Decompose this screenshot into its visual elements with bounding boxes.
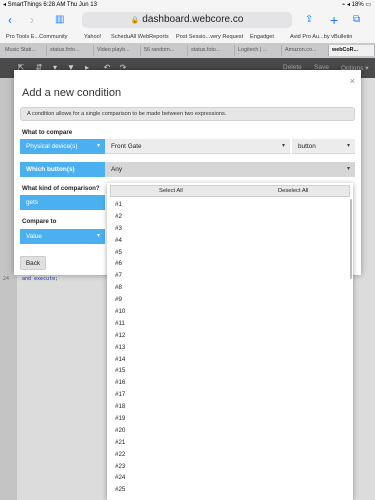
info-box: A condition allows for a single comparis…	[20, 107, 355, 121]
dropdown-option[interactable]: #25	[107, 484, 353, 496]
compare-type-select[interactable]: Physical device(s) ▾	[20, 139, 105, 154]
button-dropdown: Select All Deselect All #1 #2 #3 #4 #5 #6 #7 #8…	[107, 183, 353, 500]
dropdown-option[interactable]: #23	[107, 461, 353, 473]
back-button[interactable]: Back	[20, 256, 46, 270]
dropdown-option[interactable]: #3	[107, 223, 353, 235]
dropdown-option[interactable]: #12	[107, 330, 353, 342]
browser-tab[interactable]: Logitech | ...	[235, 45, 282, 56]
attribute-select[interactable]: button ▾	[292, 139, 355, 154]
caret-down-icon: ▾	[96, 143, 100, 149]
bookmarks-icon[interactable]: ▥	[55, 13, 64, 27]
back-icon[interactable]: ‹	[8, 13, 12, 27]
forward-icon[interactable]: ›	[30, 13, 34, 27]
dropdown-option[interactable]: #16	[107, 377, 353, 389]
status-right: ⌁ ◂ 18% ▭	[341, 2, 371, 8]
dropdown-option[interactable]: #5	[107, 247, 353, 259]
status-left: ◂ SmartThings 6:28 AM Thu Jun 13	[3, 2, 97, 8]
dropdown-option[interactable]: #22	[107, 449, 353, 461]
dropdown-option[interactable]: #7	[107, 270, 353, 282]
bookmark-item[interactable]: Engadget	[250, 34, 274, 40]
bookmark-item[interactable]: ScheduAll WebReports	[111, 34, 169, 40]
bookmark-item[interactable]: Pro Tools E...Community	[6, 34, 67, 40]
caret-down-icon: ▾	[346, 166, 350, 172]
lock-icon: 🔒	[130, 17, 140, 24]
dropdown-option[interactable]: #24	[107, 472, 353, 484]
url-bar[interactable]: 🔒 dashboard.webcore.co	[82, 12, 292, 28]
which-button-select[interactable]: Any ▾	[105, 162, 355, 177]
attribute-value: button	[298, 143, 316, 150]
which-button-label: Which button(s)	[20, 162, 105, 177]
url-text: dashboard.webcore.co	[142, 14, 244, 25]
dropdown-option[interactable]: #9	[107, 294, 353, 306]
comparison-select[interactable]: gets	[20, 195, 105, 210]
dropdown-header: Select All Deselect All	[110, 185, 350, 197]
dropdown-option[interactable]: #19	[107, 413, 353, 425]
dropdown-option[interactable]: #17	[107, 389, 353, 401]
browser-tab[interactable]: Music Stati...	[2, 45, 47, 56]
which-button-value: Any	[111, 166, 123, 173]
dropdown-option[interactable]: #13	[107, 342, 353, 354]
caret-down-icon: ▾	[346, 143, 350, 149]
browser-tab[interactable]: Video playb...	[94, 45, 141, 56]
dropdown-option[interactable]: #15	[107, 365, 353, 377]
deselect-all-button[interactable]: Deselect All	[278, 188, 308, 194]
new-tab-icon[interactable]: +	[330, 13, 338, 27]
compare-type-value: Physical device(s)	[26, 143, 78, 150]
comparison-label: What kind of comparison?	[22, 185, 100, 192]
dropdown-option[interactable]: #1	[107, 199, 353, 211]
share-icon[interactable]: ⇪	[305, 13, 313, 27]
browser-tab[interactable]: Amazon.co...	[282, 45, 329, 56]
caret-down-icon: ▾	[281, 143, 285, 149]
dialog-title: Add a new condition	[22, 87, 122, 99]
select-all-button[interactable]: Select All	[159, 188, 183, 194]
device-value: Front Gate	[111, 143, 142, 150]
compare-to-label: Compare to	[22, 218, 57, 225]
dropdown-scrollbar[interactable]	[350, 199, 352, 279]
browser-tab[interactable]: status.foto...	[47, 45, 94, 56]
compare-to-value: Value	[26, 233, 42, 240]
browser-tab-active[interactable]: webCoR...	[329, 45, 375, 56]
what-to-compare-label: What to compare	[22, 129, 73, 136]
dropdown-option[interactable]: #11	[107, 318, 353, 330]
line-number: 24	[3, 276, 10, 282]
dropdown-option[interactable]: #2	[107, 211, 353, 223]
dropdown-option[interactable]: #10	[107, 306, 353, 318]
status-bar: ◂ SmartThings 6:28 AM Thu Jun 13 ⌁ ◂ 18%…	[0, 0, 375, 9]
close-icon[interactable]: ×	[350, 76, 355, 86]
dropdown-option[interactable]: #4	[107, 235, 353, 247]
caret-down-icon: ▾	[96, 233, 100, 239]
bookmark-item[interactable]: Yahoo!	[84, 34, 101, 40]
tabs-icon[interactable]: ⧉	[353, 13, 360, 27]
compare-to-select[interactable]: Value ▾	[20, 229, 105, 244]
bookmark-item[interactable]: Avid Pro Au...by vBulletin	[290, 34, 352, 40]
bookmark-item[interactable]: Post Sessio...very Request	[176, 34, 243, 40]
comparison-value: gets	[26, 199, 39, 206]
dropdown-option[interactable]: #8	[107, 282, 353, 294]
browser-tab[interactable]: 56 random...	[141, 45, 188, 56]
dropdown-option[interactable]: #14	[107, 354, 353, 366]
tab-strip: Music Stati... status.foto... Video play…	[0, 43, 375, 58]
browser-tab[interactable]: status.foto...	[188, 45, 235, 56]
dropdown-option[interactable]: #6	[107, 258, 353, 270]
dropdown-list: #1 #2 #3 #4 #5 #6 #7 #8 #9 #10 #11 #12 #13 #14 #15 #16 #…	[107, 199, 353, 496]
dropdown-option[interactable]: #18	[107, 401, 353, 413]
dropdown-option[interactable]: #20	[107, 425, 353, 437]
device-select[interactable]: Front Gate ▾	[105, 139, 290, 154]
code-line: and execute;	[22, 276, 59, 282]
browser-toolbar: ‹ › ▥ 🔒 dashboard.webcore.co ⇪ + ⧉	[0, 9, 375, 31]
dropdown-option[interactable]: #21	[107, 437, 353, 449]
bookmarks-bar: Pro Tools E...Community Yahoo! ScheduAll…	[0, 31, 375, 43]
